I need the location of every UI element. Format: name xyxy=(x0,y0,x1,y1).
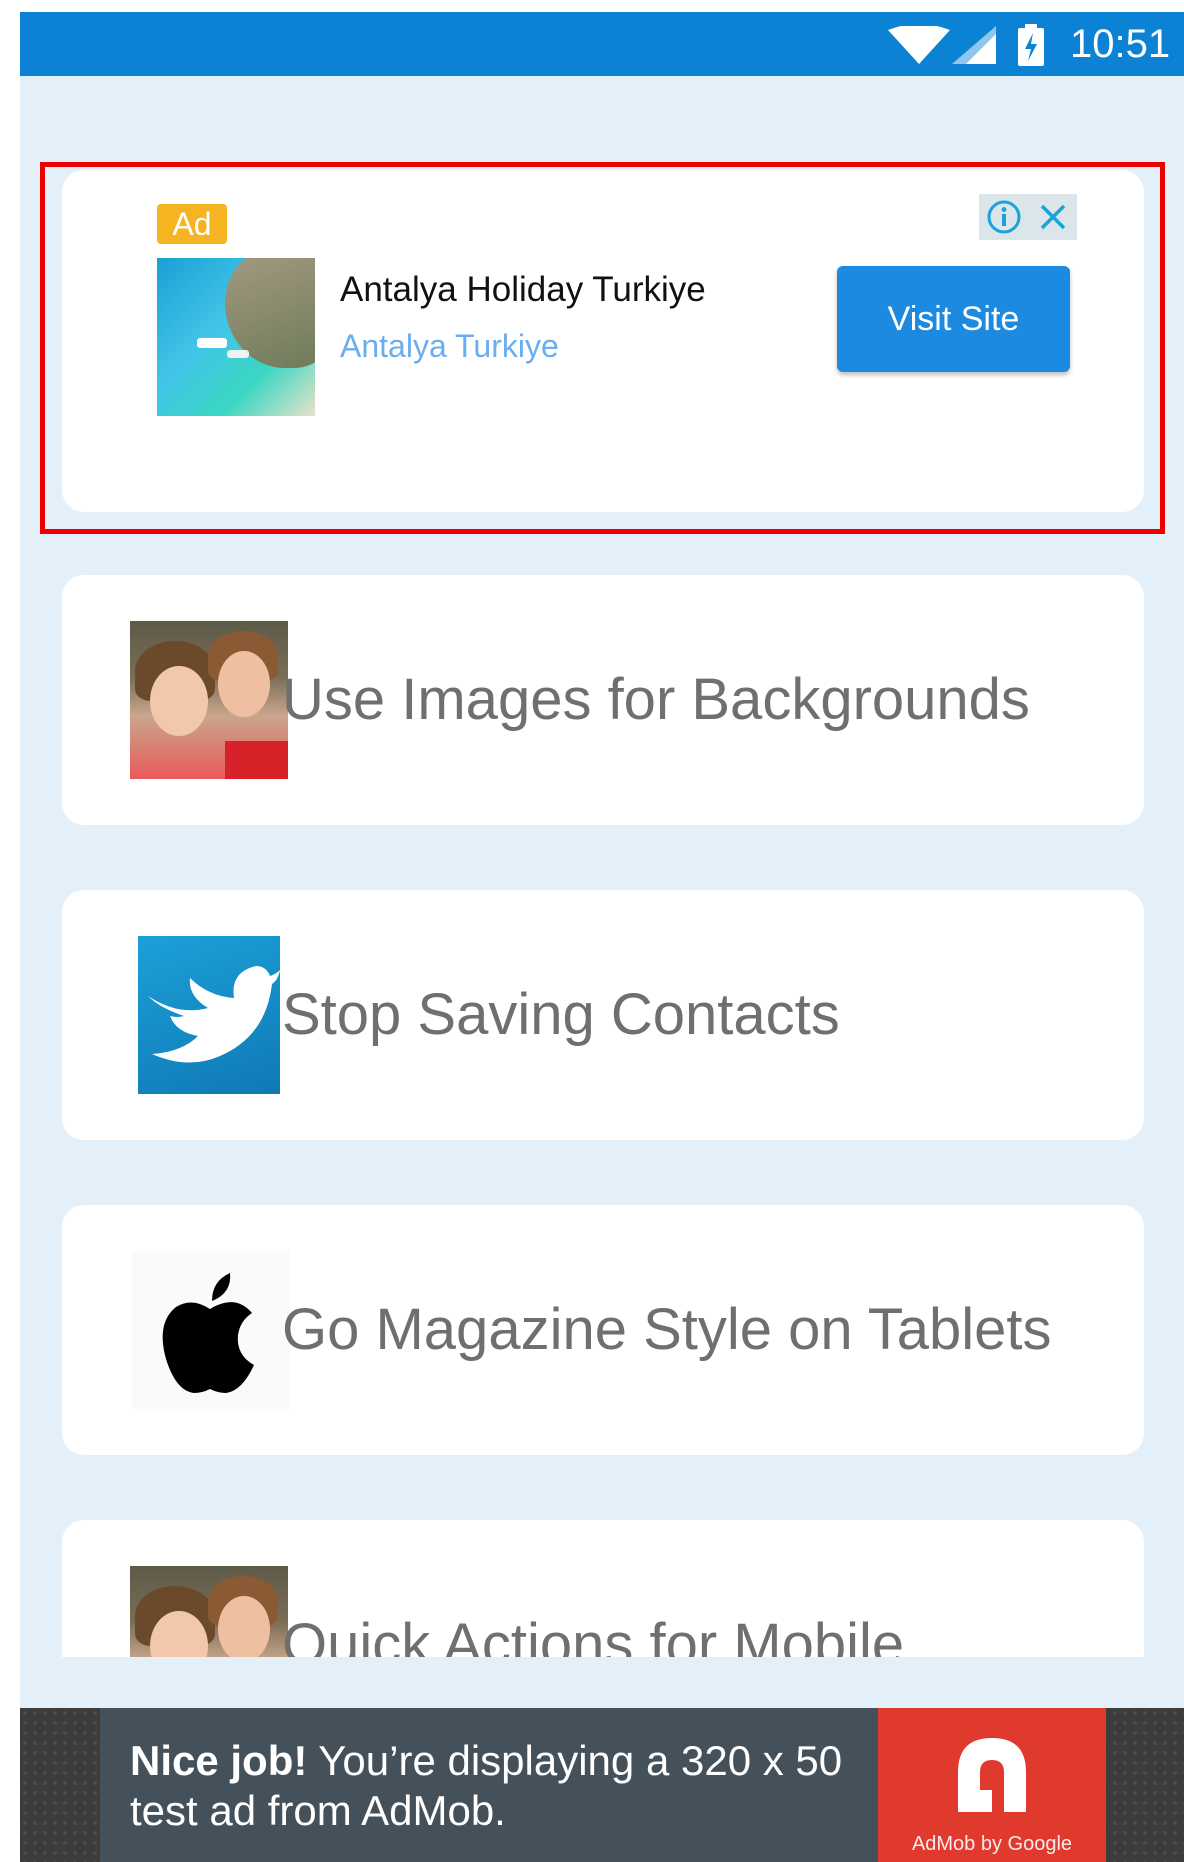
banner-content[interactable]: Nice job! You’re displaying a 320 x 50 t… xyxy=(100,1708,878,1862)
admob-logo[interactable]: AdMob by Google xyxy=(878,1708,1106,1862)
battery-charging-icon xyxy=(1018,24,1044,66)
signal-icon xyxy=(952,26,996,64)
list-item[interactable]: Stop Saving Contacts xyxy=(62,890,1144,1140)
list-item[interactable]: Use Images for Backgrounds xyxy=(62,575,1144,825)
twitter-icon xyxy=(138,936,280,1094)
ad-highlight-frame xyxy=(40,162,1165,534)
banner-bold-text: Nice job! xyxy=(130,1737,308,1784)
admob-banner[interactable]: Nice job! You’re displaying a 320 x 50 t… xyxy=(20,1708,1184,1862)
list-item[interactable]: Go Magazine Style on Tablets xyxy=(62,1205,1144,1455)
list-item[interactable]: Quick Actions for Mobile xyxy=(62,1520,1144,1657)
list-item-title: Stop Saving Contacts xyxy=(282,982,840,1047)
list-item-thumbnail xyxy=(130,1566,288,1657)
list-item-title: Use Images for Backgrounds xyxy=(282,667,1030,732)
banner-text: Nice job! You’re displaying a 320 x 50 t… xyxy=(130,1736,850,1836)
admob-caption: AdMob by Google xyxy=(911,1833,1073,1855)
status-time: 10:51 xyxy=(1070,22,1171,66)
list-item-thumbnail xyxy=(130,621,288,779)
apple-icon xyxy=(132,1251,290,1409)
list-item-title: Quick Actions for Mobile xyxy=(282,1612,905,1657)
wifi-icon xyxy=(888,26,950,64)
app-screen: 10:51 Ad Antalya Holiday Turkiye Antalya… xyxy=(20,12,1184,1862)
status-bar: 10:51 xyxy=(20,12,1184,76)
list-item-title: Go Magazine Style on Tablets xyxy=(282,1297,1052,1362)
admob-logo-icon xyxy=(958,1738,1026,1812)
